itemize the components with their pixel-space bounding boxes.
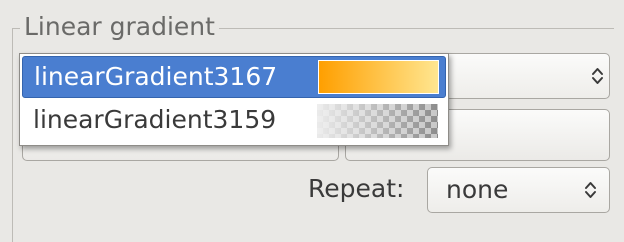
gradient-swatch-checkerboard [317,104,438,138]
gradient-option-label: linearGradient3159 [33,105,277,134]
repeat-combobox[interactable]: none [427,167,610,213]
section-title: Linear gradient [20,12,219,42]
up-down-chevron-icon [585,182,596,198]
repeat-label: Repeat: [308,174,405,203]
gradient-swatch [318,60,439,94]
gradient-option-label: linearGradient3167 [34,62,278,91]
gradient-dropdown-list: linearGradient3167 linearGradient3159 [19,53,449,146]
up-down-chevron-icon [592,68,603,84]
gradient-option[interactable]: linearGradient3159 [22,100,446,142]
gradient-option-selected[interactable]: linearGradient3167 [22,56,446,98]
repeat-value: none [446,175,509,204]
